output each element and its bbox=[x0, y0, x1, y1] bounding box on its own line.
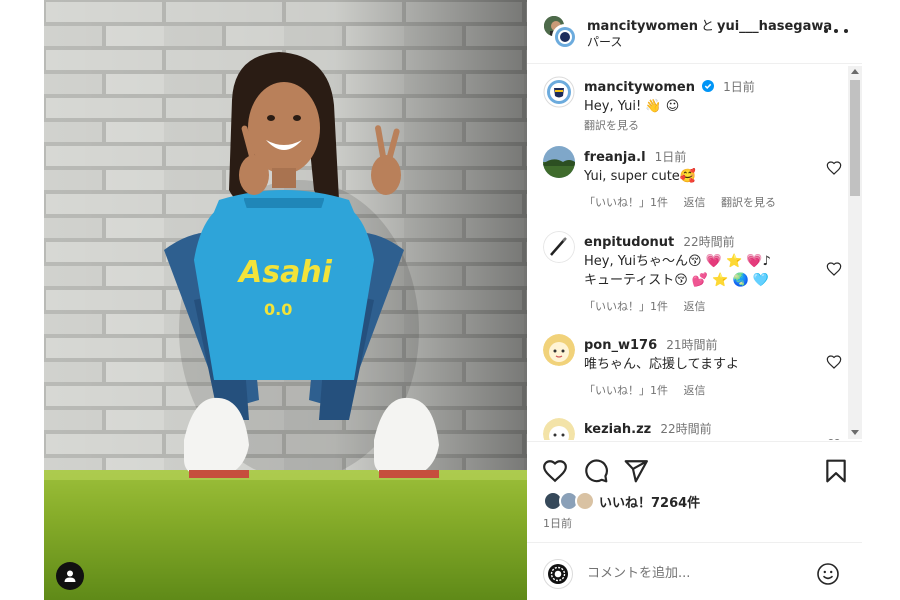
reply-button[interactable]: 返信 bbox=[684, 196, 706, 209]
instagram-camera-icon bbox=[548, 564, 568, 584]
comment-time[interactable]: 1日前 bbox=[723, 80, 755, 94]
svg-text:0.0: 0.0 bbox=[264, 300, 292, 319]
comment-username[interactable]: freanja.l bbox=[584, 150, 646, 165]
comment-likes[interactable]: 「いいね！」1件 bbox=[584, 196, 668, 209]
current-user-avatar bbox=[543, 559, 573, 589]
see-translation-link[interactable]: 翻訳を見る bbox=[584, 117, 834, 133]
reply-button[interactable]: 返信 bbox=[684, 300, 706, 313]
post-authors: mancitywomen と yui___hasegawa bbox=[587, 15, 832, 34]
like-comment-heart-icon[interactable] bbox=[826, 261, 842, 277]
like-comment-heart-icon[interactable] bbox=[826, 438, 842, 440]
dot-icon bbox=[824, 29, 828, 33]
emoji-smiley-icon[interactable] bbox=[816, 562, 840, 586]
comment-time[interactable]: 21時間前 bbox=[666, 338, 717, 352]
pencil-avatar-icon bbox=[543, 231, 575, 263]
add-comment-bar bbox=[527, 542, 862, 600]
post-side-panel: mancitywomen と yui___hasegawa パース mancityw… bbox=[527, 0, 862, 600]
post-actions: いいね！7264件 1日前 bbox=[527, 441, 862, 541]
comment-username[interactable]: keziah.zz bbox=[584, 422, 651, 437]
comment-likes[interactable]: 「いいね！」1件 bbox=[584, 300, 668, 313]
author-name[interactable]: mancitywomen bbox=[587, 19, 698, 34]
comment-time[interactable]: 22時間前 bbox=[660, 422, 711, 436]
see-translation-link[interactable]: 翻訳を見る bbox=[721, 196, 776, 209]
comment-username[interactable]: pon_w176 bbox=[584, 338, 657, 353]
comment-meta: 「いいね！」1件 返信 bbox=[584, 298, 834, 314]
save-bookmark-icon[interactable] bbox=[823, 458, 849, 484]
comment-meta: 「いいね！」1件 返信 bbox=[584, 382, 834, 398]
like-heart-icon[interactable] bbox=[542, 458, 568, 484]
comment-text: Hey, Yui! 👋 ☺ bbox=[584, 99, 680, 114]
scroll-up-arrow-icon[interactable] bbox=[851, 69, 859, 74]
author-conjunction: と bbox=[700, 19, 714, 34]
comment-avatar[interactable] bbox=[543, 146, 575, 178]
liker-avatars bbox=[543, 491, 597, 511]
verified-badge-icon bbox=[702, 80, 715, 92]
likes-summary[interactable]: いいね！7264件 bbox=[543, 490, 700, 512]
dot-icon bbox=[844, 29, 848, 33]
comment-avatar[interactable] bbox=[543, 418, 575, 440]
share-send-icon[interactable] bbox=[623, 458, 649, 484]
more-options-button[interactable] bbox=[824, 22, 848, 40]
comments-list[interactable]: mancitywomen 1日前 Hey, Yui! 👋 ☺ 翻訳を見る fre… bbox=[527, 65, 862, 440]
scroll-down-arrow-icon[interactable] bbox=[851, 430, 859, 435]
author-avatar[interactable] bbox=[552, 24, 578, 50]
landscape-avatar-icon bbox=[543, 146, 575, 178]
cartoon-avatar-icon bbox=[543, 334, 575, 366]
comment-likes[interactable]: 「いいね！」1件 bbox=[584, 384, 668, 397]
dot-icon bbox=[834, 29, 838, 33]
comment-username[interactable]: enpitudonut bbox=[584, 235, 674, 250]
tagged-user-button[interactable] bbox=[56, 562, 84, 590]
comment-meta: 「いいね！」1件 返信 翻訳を見る bbox=[584, 194, 834, 210]
like-comment-heart-icon[interactable] bbox=[826, 160, 842, 176]
post-header: mancitywomen と yui___hasegawa パース bbox=[527, 0, 862, 64]
comment-time[interactable]: 1日前 bbox=[655, 150, 687, 164]
collaborator-name[interactable]: yui___hasegawa bbox=[717, 19, 832, 34]
comment-username[interactable]: mancitywomen bbox=[584, 80, 695, 95]
comment-time[interactable]: 22時間前 bbox=[683, 235, 734, 249]
reply-button[interactable]: 返信 bbox=[684, 384, 706, 397]
author-avatars[interactable] bbox=[542, 14, 578, 50]
cartoon-face-avatar-icon bbox=[543, 418, 575, 440]
post-location[interactable]: パース bbox=[587, 33, 622, 50]
comment-avatar[interactable] bbox=[543, 76, 575, 108]
add-comment-input[interactable] bbox=[587, 561, 807, 585]
svg-text:Asahi: Asahi bbox=[237, 255, 333, 290]
scrollbar-thumb[interactable] bbox=[850, 80, 860, 196]
comment-text: Yui, super cute🥰 bbox=[584, 169, 696, 184]
like-comment-heart-icon[interactable] bbox=[826, 354, 842, 370]
likes-count[interactable]: いいね！7264件 bbox=[599, 492, 700, 511]
photo-scene: Asahi 0.0 bbox=[44, 0, 527, 600]
comment-text: 唯ちゃん、応援してますよ bbox=[584, 357, 739, 372]
post-timestamp[interactable]: 1日前 bbox=[543, 515, 572, 531]
user-icon bbox=[64, 570, 76, 582]
man-city-crest-icon bbox=[543, 76, 575, 108]
comments-scrollbar[interactable] bbox=[848, 66, 862, 439]
comment-bubble-icon[interactable] bbox=[583, 458, 609, 484]
comment-text-line-2: キューティスト😚 💕 ⭐ 🌏 🩵 bbox=[584, 273, 770, 288]
post-photo[interactable]: Asahi 0.0 bbox=[44, 0, 527, 600]
comment-avatar[interactable] bbox=[543, 334, 575, 366]
comment-avatar[interactable] bbox=[543, 231, 575, 263]
comment-text-line-1: Hey, Yuiちゃ〜ん😚 💗 ⭐ 💗♪ bbox=[584, 254, 771, 269]
